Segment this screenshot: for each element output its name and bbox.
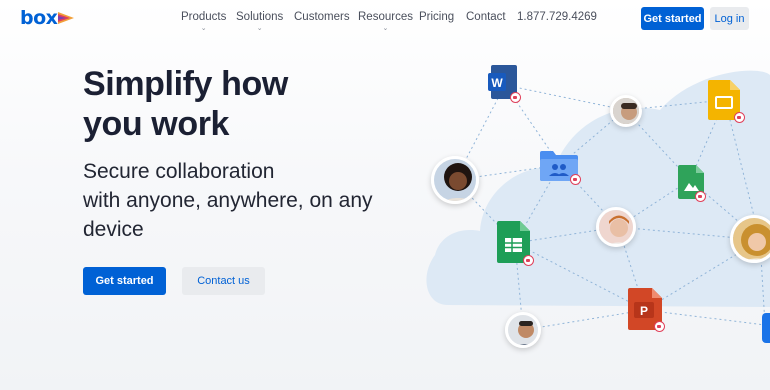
lock-icon: [654, 321, 665, 332]
hero-subtitle-line-3: device: [83, 218, 144, 241]
nav-resources-label: Resources: [358, 11, 413, 23]
page: box Products ⌄ Solutions ⌄ Customers Res…: [0, 0, 770, 390]
avatar-woman-left: [431, 156, 479, 204]
chevron-down-icon: ⌄: [382, 25, 389, 32]
hero-subtitle: Secure collaboration with anyone, anywhe…: [83, 157, 403, 244]
contact-us-button[interactable]: Contact us: [182, 267, 265, 295]
nav-pricing-label: Pricing: [419, 11, 455, 23]
lock-icon: [523, 255, 534, 266]
nav-customers-label: Customers: [294, 11, 350, 23]
header-get-started-button[interactable]: Get started: [641, 7, 704, 30]
phone-number-link[interactable]: 1.877.729.4269: [517, 11, 597, 23]
avatar-man-center: [596, 207, 636, 247]
box-logo[interactable]: box: [20, 6, 75, 29]
word-doc-icon: W: [488, 65, 521, 103]
hero-title-line-1: Simplify how: [83, 65, 288, 103]
login-button[interactable]: Log in: [710, 7, 749, 30]
hero-title-line-2: you work: [83, 105, 230, 143]
image-file-icon: [678, 165, 706, 202]
nav-resources[interactable]: Resources ⌄: [358, 11, 413, 32]
google-sheets-icon: [497, 221, 534, 266]
avatar-man-top: [610, 95, 642, 127]
hero-subtitle-line-2: with anyone, anywhere, on any: [83, 189, 373, 212]
nav-contact-label: Contact: [466, 11, 506, 23]
logo-arrow-icon: [58, 12, 75, 24]
nav-solutions[interactable]: Solutions ⌄: [236, 11, 284, 32]
collaboration-illustration: W P: [420, 55, 770, 390]
site-header: box Products ⌄ Solutions ⌄ Customers Res…: [0, 0, 770, 40]
logo-wordmark: box: [20, 6, 58, 29]
hero-subtitle-line-1: Secure collaboration: [83, 160, 275, 183]
hero-get-started-button[interactable]: Get started: [83, 267, 166, 295]
avatar-woman-right: [730, 215, 770, 263]
avatar-man-bottom: [505, 312, 541, 348]
phone-number: 1.877.729.4269: [517, 11, 597, 23]
lock-icon: [734, 112, 745, 123]
google-slides-icon: [708, 80, 745, 123]
partial-file-icon: [762, 313, 770, 343]
chevron-down-icon: ⌄: [200, 25, 207, 32]
powerpoint-icon: P: [628, 288, 665, 332]
lock-icon: [570, 174, 581, 185]
chevron-down-icon: ⌄: [256, 25, 263, 32]
shared-folder-icon: [540, 149, 581, 185]
hero-title: Simplify how you work: [83, 64, 383, 144]
nav-customers[interactable]: Customers: [294, 11, 350, 23]
powerpoint-letter: P: [640, 304, 648, 318]
nav-contact[interactable]: Contact: [466, 11, 506, 23]
nav-pricing[interactable]: Pricing: [419, 11, 454, 23]
word-letter: W: [491, 76, 503, 90]
nav-solutions-label: Solutions: [236, 11, 284, 23]
nav-products-label: Products: [181, 11, 227, 23]
nav-products[interactable]: Products ⌄: [181, 11, 227, 32]
lock-icon: [695, 191, 706, 202]
lock-icon: [510, 92, 521, 103]
